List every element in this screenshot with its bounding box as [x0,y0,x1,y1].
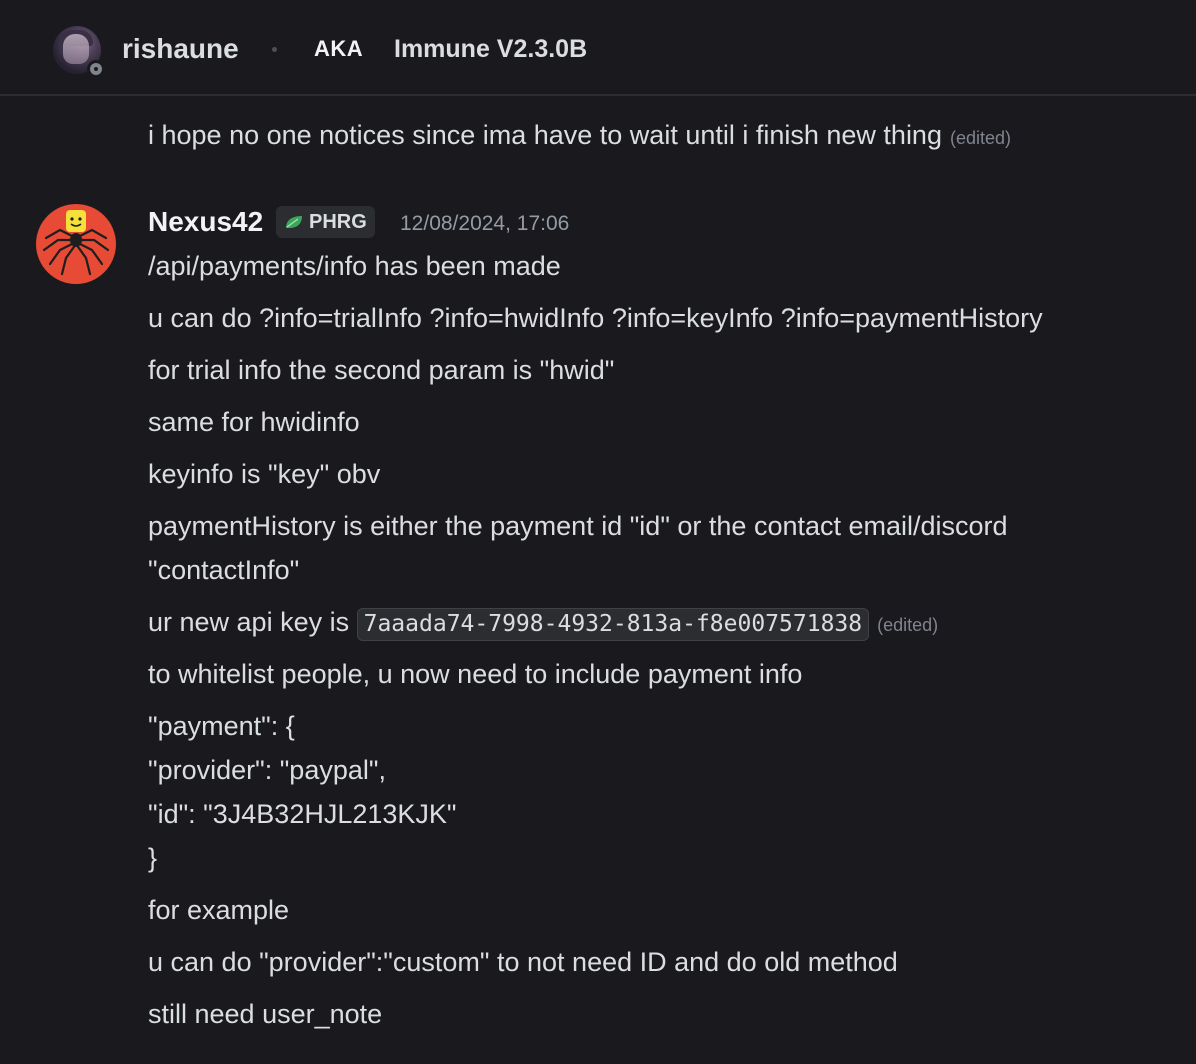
message-line: } [148,843,158,873]
api-key-line: ur new api key is 7aaada74-7998-4932-813… [148,604,938,643]
message-line: "contactInfo" [148,555,300,585]
server-tag[interactable]: AKA [314,33,363,65]
status-idle-icon [87,60,105,78]
message-line: to whitelist people, u now need to inclu… [148,659,803,689]
role-tag-text: PHRG [309,211,367,233]
api-key-code[interactable]: 7aaada74-7998-4932-813a-f8e007571838 [356,608,870,641]
message-line: u can do ?info=trialInfo ?info=hwidInfo … [148,303,1043,333]
chat-header: rishaune AKA Immune V2.3.0B [0,0,1196,96]
spider-avatar-icon [42,210,110,276]
message-line: "provider": "paypal", [148,755,386,785]
author-name[interactable]: Nexus42 [148,204,263,240]
message-text: i hope no one notices since ima have to … [148,120,942,150]
role-tag[interactable]: PHRG [276,206,375,238]
user-avatar[interactable] [53,26,105,78]
author-avatar[interactable] [36,204,116,284]
server-tag-name: Immune V2.3.0B [394,35,588,63]
message-line: "payment": { [148,711,295,741]
previous-message-line: i hope no one notices since ima have to … [148,117,1011,156]
message-line: for trial info the second param is "hwid… [148,355,615,385]
message-line: "id": "3J4B32HJL213KJK" [148,799,457,829]
edited-label: (edited) [877,615,939,635]
message-line: /api/payments/info has been made [148,251,561,281]
separator-dot [272,47,277,52]
message-line: paymentHistory is either the payment id … [148,511,1008,541]
header-username[interactable]: rishaune [122,31,239,67]
message-line: keyinfo is "key" obv [148,459,381,489]
message-line: same for hwidinfo [148,407,360,437]
message-line: for example [148,895,290,925]
message-timestamp[interactable]: 12/08/2024, 17:06 [400,210,569,238]
message-line: still need user_note [148,999,383,1029]
api-key-prefix: ur new api key is [148,607,350,637]
leaf-icon [286,216,302,228]
edited-label: (edited) [949,128,1011,148]
message-line: u can do "provider":"custom" to not need… [148,947,898,977]
